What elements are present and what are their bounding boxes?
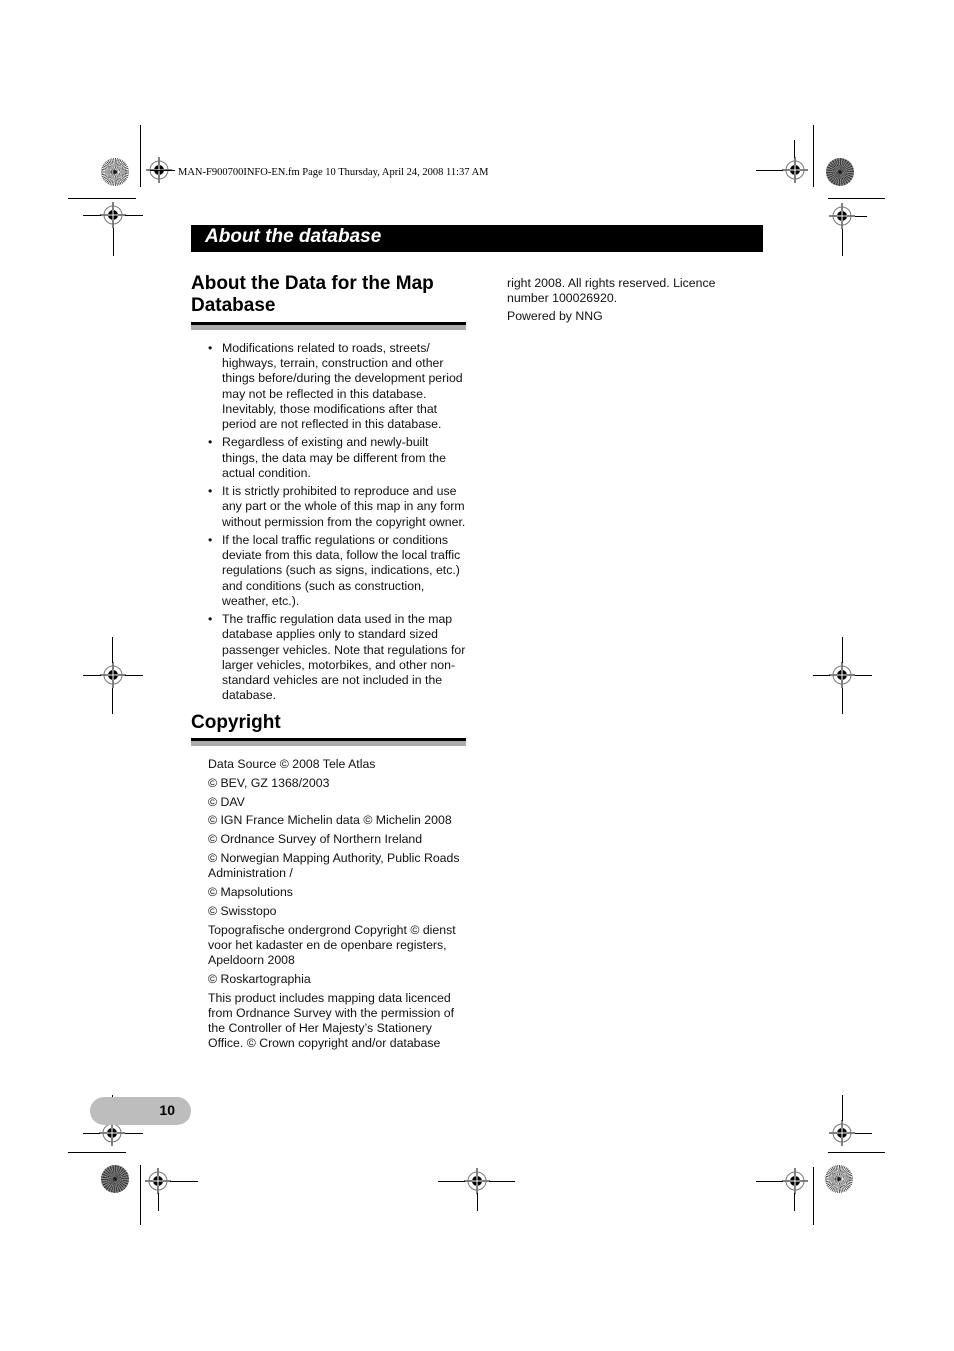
list-item: • Regardless of existing and newly-built …: [191, 435, 466, 481]
registration-mark-icon: [145, 1168, 171, 1194]
registration-mark-icon: [829, 662, 855, 688]
bullet-text: It is strictly prohibited to reproduce a…: [222, 484, 466, 529]
crop-line: [125, 1133, 143, 1134]
copyright-line: © Roskartographia: [208, 971, 311, 986]
copyright-line: Topografische ondergrond Copyright © die…: [208, 922, 456, 967]
map-data-bullet-list: • Modifications related to roads, streets…: [191, 341, 466, 703]
crop-line: [756, 170, 783, 171]
registration-mark-icon: [829, 1120, 855, 1146]
crop-line: [813, 675, 830, 676]
crop-line: [125, 215, 143, 216]
heading-rule-shade: [191, 740, 466, 746]
bullet-text: If the local traffic regulations or cond…: [222, 533, 461, 608]
rosette-icon: [101, 1165, 129, 1193]
bullet-text: The traffic regulation data used in the …: [222, 612, 466, 703]
crop-line: [170, 1181, 198, 1182]
copyright-line: © BEV, GZ 1368/2003: [208, 775, 330, 790]
bullet-icon: •: [208, 341, 213, 355]
page-number: 10: [159, 1102, 175, 1118]
registration-mark-icon: [100, 662, 126, 688]
section-banner: About the database: [191, 225, 763, 252]
crop-line: [813, 125, 814, 187]
crop-line: [842, 637, 843, 663]
bullet-icon: •: [208, 612, 213, 627]
crop-line: [158, 1193, 159, 1211]
crop-line: [477, 1193, 478, 1211]
crop-line: [794, 1193, 795, 1211]
rosette-icon: [101, 158, 129, 186]
bullet-icon: •: [208, 484, 213, 499]
copyright-line: Data Source © 2008 Tele Atlas: [208, 756, 376, 771]
crop-line: [140, 125, 141, 187]
crop-line: [68, 1152, 126, 1153]
powered-by: Powered by NNG: [507, 309, 603, 324]
crop-line: [842, 1095, 843, 1121]
crop-line: [112, 688, 113, 714]
map-data-heading: About the Data for the Map Database: [191, 273, 434, 316]
registration-mark-icon: [100, 202, 126, 228]
right-column: right 2008. All rights reserved. Licence…: [507, 276, 757, 328]
crop-line: [756, 1181, 783, 1182]
crop-line: [828, 1152, 885, 1153]
bullet-icon: •: [208, 533, 213, 547]
crop-line: [489, 1181, 515, 1182]
page-number-tab: 10: [90, 1097, 191, 1125]
crop-line: [150, 170, 175, 171]
copyright-line: © Swisstopo: [208, 903, 277, 918]
crop-line: [842, 688, 843, 714]
copyright-line: © IGN France Michelin data © Michelin 20…: [208, 813, 452, 828]
crop-line: [83, 215, 101, 216]
crop-line: [112, 637, 113, 663]
copyright-list: Data Source © 2008 Tele Atlas © BEV, GZ …: [208, 757, 466, 1051]
registration-mark-icon: [464, 1168, 490, 1194]
crop-line: [140, 1165, 141, 1225]
bullet-icon: •: [208, 435, 213, 450]
registration-mark-icon: [782, 157, 808, 183]
copyright-line: © Norwegian Mapping Authority, Public Ro…: [208, 850, 460, 881]
crop-line: [842, 229, 843, 256]
registration-mark-icon: [829, 203, 855, 229]
bullet-text: Regardless of existing and newly-built t…: [222, 435, 446, 480]
list-item: • Modifications related to roads, streets…: [191, 341, 466, 432]
registration-mark-icon: [782, 1168, 808, 1194]
copyright-line: © Ordnance Survey of Northern Ireland: [208, 832, 423, 847]
file-header: MAN-F900700INFO-EN.fm Page 10 Thursday, …: [178, 167, 489, 178]
crop-line: [855, 216, 867, 217]
crop-line: [855, 675, 872, 676]
list-item: • It is strictly prohibited to reproduce …: [191, 484, 466, 530]
rosette-icon: [826, 158, 854, 186]
crop-line: [113, 228, 114, 256]
crop-line: [83, 675, 101, 676]
copyright-heading: Copyright: [191, 712, 281, 734]
copyright-line: © DAV: [208, 794, 245, 809]
copyright-line: This product includes mapping data licen…: [208, 990, 455, 1051]
crop-line: [125, 675, 143, 676]
bullet-text: Modifications related to roads, streets/…: [222, 341, 463, 432]
list-item: • The traffic regulation data used in the…: [191, 612, 466, 703]
copyright-line: © Mapsolutions: [208, 884, 293, 899]
crop-line: [83, 1133, 100, 1134]
crop-line: [438, 1181, 465, 1182]
crop-line: [813, 1167, 814, 1225]
copyright-continuation: right 2008. All rights reserved. Licence…: [507, 276, 716, 306]
section-banner-title: About the database: [205, 226, 382, 247]
crop-line: [828, 198, 885, 199]
crop-line: [794, 140, 795, 158]
crop-line: [855, 1133, 872, 1134]
left-column: About the Data for the Map Database • Mod…: [191, 273, 466, 1055]
heading-rule-shade: [191, 325, 466, 330]
rosette-icon: [825, 1165, 853, 1193]
crop-line: [68, 198, 136, 199]
list-item: • If the local traffic regulations or con…: [191, 533, 466, 609]
